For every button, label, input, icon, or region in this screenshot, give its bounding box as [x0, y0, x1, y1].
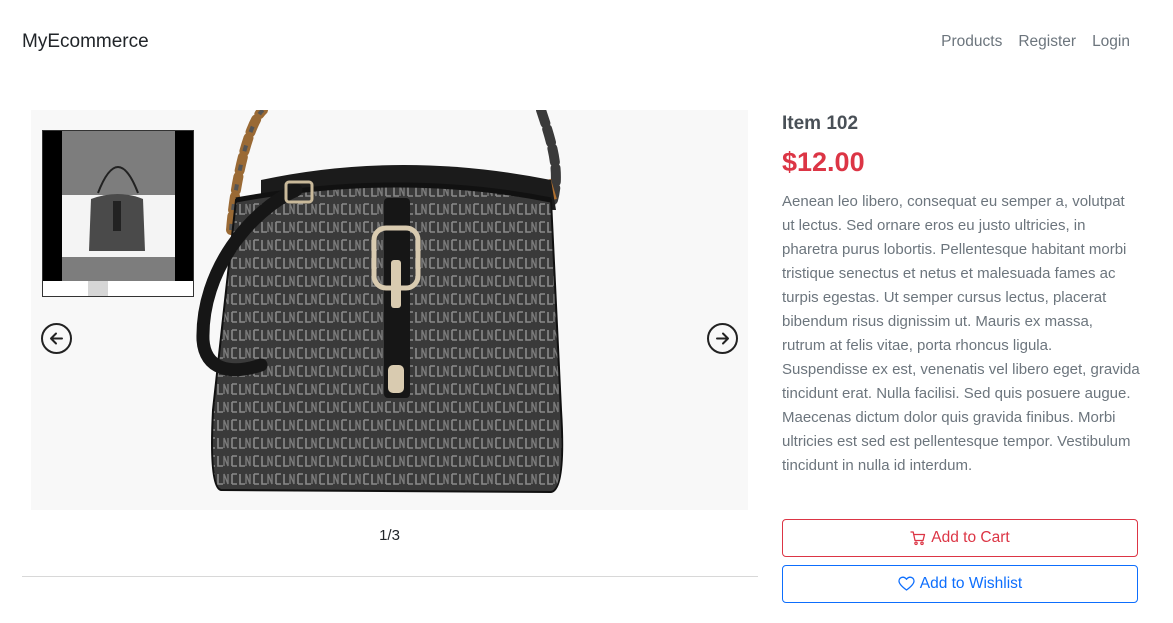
thumbnail-preview[interactable] [42, 130, 194, 297]
nav-link-register[interactable]: Register [1018, 33, 1076, 51]
arrow-right-circle-icon [716, 332, 729, 345]
nav-link-products[interactable]: Products [941, 33, 1002, 51]
product-description: Aenean leo libero, consequat eu semper a… [782, 193, 1140, 474]
brand-link[interactable]: MyEcommerce [22, 31, 149, 53]
carousel-next-button[interactable] [707, 323, 738, 354]
divider [22, 576, 758, 577]
product-price: $12.00 [782, 147, 865, 177]
cart-icon [910, 531, 926, 546]
arrow-left-circle-icon [50, 332, 63, 345]
product-title: Item 102 [782, 113, 859, 134]
product-image-carousel [31, 110, 748, 510]
add-to-wishlist-label: Add to Wishlist [919, 575, 1023, 592]
add-to-cart-button[interactable]: Add to Cart [782, 519, 1138, 557]
product-details: Item 102 $12.00 Aenean leo libero, conse… [782, 112, 1140, 478]
nav-link-login[interactable]: Login [1092, 33, 1130, 51]
navbar: MyEcommerce Products Register Login [0, 0, 1173, 86]
add-to-wishlist-button[interactable]: Add to Wishlist [782, 565, 1138, 603]
nav-links: Products Register Login [941, 33, 1130, 51]
heart-icon [898, 576, 915, 591]
image-counter: 1/3 [379, 527, 400, 544]
carousel-prev-button[interactable] [41, 323, 72, 354]
thumbnail-image [43, 131, 193, 296]
add-to-cart-label: Add to Cart [931, 529, 1010, 546]
